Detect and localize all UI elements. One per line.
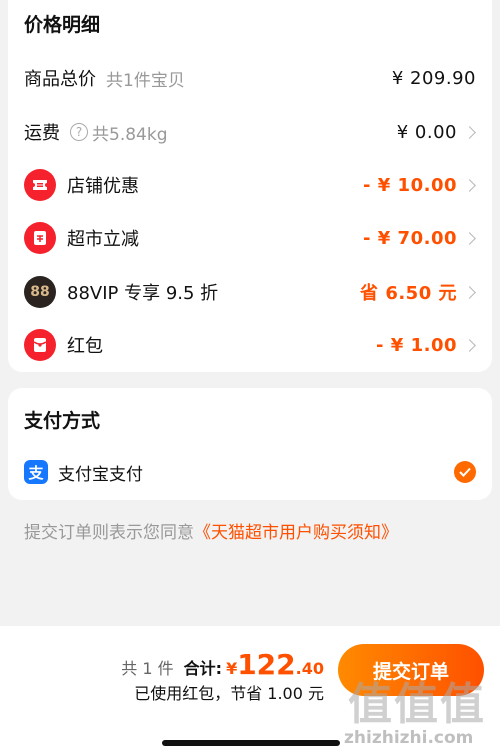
total-line: 共 1 件 合计: ¥ 122 .40 <box>121 648 324 681</box>
shop-coupon-icon <box>24 169 56 201</box>
discount-value: - ¥ 1.00 <box>376 334 457 356</box>
discount-row-red-packet[interactable]: 红包 - ¥ 1.00 <box>8 325 492 365</box>
price-details-title: 价格明细 <box>24 14 101 36</box>
subtotal-value: ¥ 209.90 <box>391 67 476 89</box>
payment-option-alipay[interactable]: 支 支付宝支付 <box>8 452 492 492</box>
shipping-row[interactable]: 运费 ? 共5.84kg ¥ 0.00 <box>8 112 492 152</box>
total-label: 合计: <box>183 659 223 678</box>
question-circle-icon[interactable]: ? <box>70 123 88 141</box>
total-currency: ¥ <box>226 659 238 678</box>
chevron-right-icon <box>463 178 476 192</box>
discount-label: 超市立减 <box>67 229 139 250</box>
discount-row-88vip[interactable]: 88 88VIP 专享 9.5 折 省 6.50 元 <box>8 272 492 312</box>
discount-value: - ¥ 10.00 <box>363 174 457 196</box>
price-details-card: 价格明细 商品总价 共1件宝贝 ¥ 209.90 运费 ? 共5.84kg ¥ … <box>8 0 492 372</box>
item-count: 共 1 件 <box>121 659 174 678</box>
discount-label: 红包 <box>67 336 103 357</box>
chevron-right-icon <box>463 285 476 299</box>
total-integer: 122 <box>237 648 296 681</box>
saving-text: 已使用红包，节省 1.00 元 <box>134 684 324 703</box>
discount-label: 88VIP 专享 9.5 折 <box>67 283 219 304</box>
payment-method-title: 支付方式 <box>24 410 101 432</box>
discount-label: 店铺优惠 <box>67 176 139 197</box>
shipping-value-group: ¥ 0.00 <box>397 112 476 152</box>
chevron-right-icon <box>463 338 476 352</box>
red-packet-icon <box>24 329 56 361</box>
shipping-weight: 共5.84kg <box>92 124 168 145</box>
supermarket-discount-icon <box>24 222 56 254</box>
watermark-url: zhizhizhi.com <box>344 728 474 748</box>
agreement-link[interactable]: 《天猫超市用户购买须知》 <box>194 523 398 543</box>
discount-value: - ¥ 70.00 <box>363 227 457 249</box>
total-decimal: .40 <box>295 659 324 678</box>
discount-row-shop[interactable]: 店铺优惠 - ¥ 10.00 <box>8 165 492 205</box>
discount-row-supermarket[interactable]: 超市立减 - ¥ 70.00 <box>8 218 492 258</box>
payment-option-label: 支付宝支付 <box>58 464 143 485</box>
discount-value-group: - ¥ 1.00 <box>376 325 476 365</box>
alipay-icon: 支 <box>24 460 48 484</box>
agreement-text: 提交订单则表示您同意《天猫超市用户购买须知》 <box>24 518 398 543</box>
watermark-logo: 值值值 <box>348 679 486 730</box>
88vip-icon: 88 <box>24 276 56 308</box>
discount-value-group: 省 6.50 元 <box>360 272 476 312</box>
subtotal-label: 商品总价 <box>24 69 96 90</box>
shipping-value: ¥ 0.00 <box>396 121 457 143</box>
subtotal-row: 商品总价 共1件宝贝 ¥ 209.90 <box>8 58 492 98</box>
payment-method-card: 支付方式 支 支付宝支付 <box>8 388 492 500</box>
discount-value-group: - ¥ 10.00 <box>363 165 476 205</box>
discount-value-group: - ¥ 70.00 <box>363 218 476 258</box>
home-indicator[interactable] <box>162 740 340 746</box>
chevron-right-icon <box>463 125 476 139</box>
check-circle-icon[interactable] <box>454 461 476 483</box>
subtotal-item-count: 共1件宝贝 <box>106 70 185 91</box>
chevron-right-icon <box>463 231 476 245</box>
shipping-label: 运费 <box>24 123 60 144</box>
agreement-prefix: 提交订单则表示您同意 <box>24 523 194 543</box>
discount-value: 省 6.50 元 <box>360 283 457 304</box>
